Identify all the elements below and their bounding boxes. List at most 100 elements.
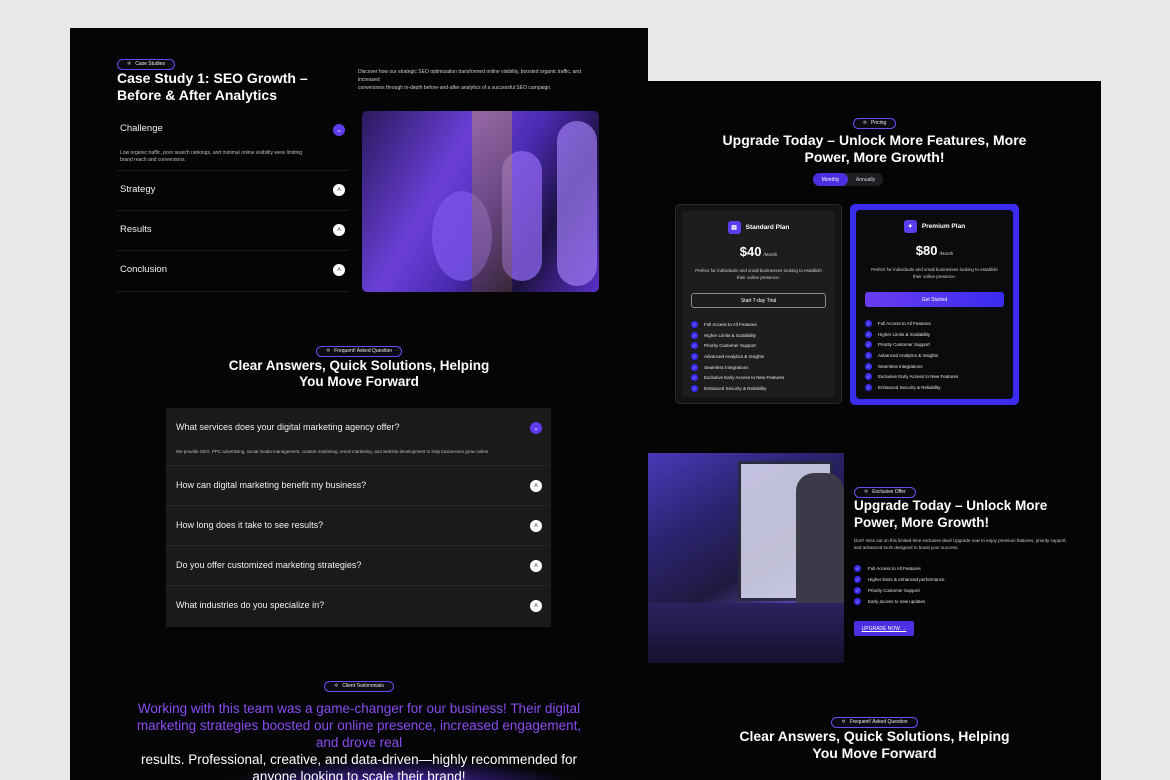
plan-description: Perfect for individuals and small busine…: [871, 267, 998, 279]
team-celebration-photo: [362, 111, 599, 292]
feature-item: ✓ Enhanced Security & Reliability: [865, 383, 941, 391]
billing-toggle[interactable]: Monthly Annually: [813, 173, 883, 186]
premium-plan-card: ✦ Premium Plan $80/Month Perfect for ind…: [850, 204, 1019, 405]
plan-price: $80/Month: [915, 243, 954, 258]
accordion-item-conclusion[interactable]: Conclusion ˄: [117, 251, 349, 292]
accordion-item-results[interactable]: Results ˄: [117, 211, 349, 251]
check-icon: ✓: [865, 330, 872, 338]
accordion-label: Challenge: [120, 123, 163, 134]
faq-item[interactable]: How long does it take to see results? ˄: [166, 506, 551, 546]
check-icon: ✓: [854, 576, 861, 583]
presenter-photo: [648, 453, 844, 663]
check-icon: ✓: [691, 374, 698, 382]
faq-question: What services does your digital marketin…: [176, 422, 400, 432]
check-icon: ✓: [865, 373, 872, 381]
faq-item[interactable]: What services does your digital marketin…: [166, 408, 551, 466]
feature-item: ✓ Exclusive Early Access to New Features: [691, 374, 785, 382]
sparkle-icon: ✲: [334, 683, 339, 689]
chevron-up-icon[interactable]: ˄: [530, 600, 542, 612]
check-icon: ✓: [854, 598, 861, 605]
accordion-label: Results: [120, 224, 152, 235]
feature-item: ✓ Exclusive Early Access to New Features: [865, 373, 959, 381]
sparkle-icon: ✲: [841, 719, 846, 725]
standard-plan-card: ▤ Standard Plan $40/Month Perfect for in…: [675, 204, 842, 404]
feature-item: ✓ Higher Limits & Scalability: [691, 331, 757, 339]
exclusive-offer-pill: ✲ Exclusive Offer: [854, 480, 916, 498]
check-icon: ✓: [691, 363, 698, 371]
check-icon: ✓: [865, 351, 872, 359]
toggle-annually[interactable]: Annually: [848, 173, 883, 186]
check-icon: ✓: [865, 362, 872, 370]
feature-item: ✓ Priority Customer Support: [854, 587, 920, 594]
sparkle-icon: ✲: [862, 120, 867, 126]
check-icon: ✓: [865, 341, 872, 349]
check-icon: ✓: [865, 383, 872, 391]
accordion-item-challenge[interactable]: Challenge ⌄ Low organic traffic, poor se…: [117, 116, 349, 171]
chevron-up-icon[interactable]: ˄: [530, 560, 542, 572]
feature-item: ✓ Priority Customer Support: [691, 342, 756, 350]
chevron-up-icon[interactable]: ˄: [530, 480, 542, 492]
case-study-title: Case Study 1: SEO Growth – Before & Afte…: [117, 70, 308, 103]
check-icon: ✓: [854, 565, 861, 572]
faq-item[interactable]: What industries do you specialize in? ˄: [166, 586, 551, 627]
accordion-body: Low organic traffic, poor search ranking…: [120, 150, 303, 163]
plan-name: Premium Plan: [921, 223, 966, 230]
case-study-description: Discover how our strategic SEO optimizat…: [358, 69, 581, 91]
plan-card-inner: ✦ Premium Plan $80/Month Perfect for ind…: [856, 210, 1013, 399]
feature-item: ✓ Higher limits & enhanced performance: [854, 576, 945, 583]
light-beam: [472, 111, 512, 292]
exclusive-offer-description: Don't miss out on this limited-time excl…: [854, 538, 1067, 550]
toggle-monthly[interactable]: Monthly: [813, 173, 848, 186]
feature-item: ✓ Advanced Analytics & Insights: [865, 351, 939, 359]
accordion-label: Conclusion: [120, 264, 167, 275]
sparkle-icon: ✲: [325, 348, 331, 354]
case-study-faq-page: ✲ Case Studies Case Study 1: SEO Growth –…: [70, 28, 648, 780]
check-icon: ✓: [691, 384, 698, 392]
feature-item: ✓ Enhanced Security & Reliability: [691, 384, 767, 392]
exclusive-offer-title: Upgrade Today – Unlock More Power, More …: [854, 498, 1048, 530]
accordion-item-strategy[interactable]: Strategy ˄: [117, 171, 349, 211]
accordion-label: Strategy: [120, 184, 156, 195]
faq-title: Clear Answers, Quick Solutions, Helping …: [228, 358, 490, 389]
chevron-up-icon[interactable]: ˄: [530, 520, 542, 532]
star-icon: ✦: [903, 220, 917, 233]
pricing-pill: ✲ Pricing: [648, 111, 1101, 129]
get-started-button[interactable]: Get Started: [865, 292, 1004, 307]
plan-price: $40/Month: [739, 244, 778, 259]
feature-item: ✓ Seamless Integrations: [691, 363, 749, 371]
chevron-up-icon[interactable]: ⌄: [333, 124, 345, 136]
feature-item: ✓ Full Access to All Features: [691, 320, 757, 328]
plan-header: ▤ Standard Plan: [682, 221, 835, 234]
testimonial-quote: Working with this team was a game-change…: [136, 701, 582, 780]
check-icon: ✓: [691, 331, 698, 339]
chevron-up-icon[interactable]: ˄: [333, 264, 345, 276]
faq-item[interactable]: Do you offer customized marketing strate…: [166, 546, 551, 586]
check-icon: ✓: [691, 352, 698, 360]
exclusive-feature-list: ✓ Full Access to All Features ✓ Higher lim…: [854, 563, 945, 607]
faq-accordion: What services does your digital marketin…: [166, 408, 551, 627]
plan-card-inner: ▤ Standard Plan $40/Month Perfect for in…: [682, 211, 835, 397]
chevron-down-icon[interactable]: ⌄: [530, 422, 542, 434]
plan-description: Perfect for individuals and small busine…: [695, 268, 822, 280]
case-studies-pill: ✲ Case Studies: [117, 52, 175, 70]
plan-feature-list: ✓ Full Access to All Features ✓ Higher Lim…: [691, 319, 827, 394]
faq-question: How long does it take to see results?: [176, 520, 324, 530]
faq-pill: ✲ Frequent! Asked Question: [70, 339, 648, 357]
faq-question: What industries do you specialize in?: [176, 600, 325, 610]
faq-item[interactable]: How can digital marketing benefit my bus…: [166, 466, 551, 506]
upgrade-now-button[interactable]: UPGRADE NOW →: [854, 621, 914, 636]
plan-name: Standard Plan: [745, 224, 790, 231]
faq2-title: Clear Answers, Quick Solutions, Helping …: [739, 728, 1010, 761]
feature-item: ✓ Full Access to All Features: [865, 319, 931, 327]
faq2-pill: ✲ Frequent! Asked Question: [648, 710, 1101, 728]
feature-item: ✓ Advanced Analytics & Insights: [691, 352, 765, 360]
sparkle-icon: ✲: [864, 489, 869, 495]
feature-item: ✓ Full Access to All Features: [854, 565, 921, 572]
chevron-up-icon[interactable]: ˄: [333, 224, 345, 236]
feature-item: ✓ Higher Limits & Scalability: [865, 330, 931, 338]
chevron-up-icon[interactable]: ˄: [333, 184, 345, 196]
check-icon: ✓: [865, 319, 872, 327]
pricing-title: Upgrade Today – Unlock More Features, Mo…: [722, 132, 1027, 165]
start-trial-button[interactable]: Start 7-day Trial: [691, 293, 826, 308]
plan-header: ✦ Premium Plan: [856, 220, 1013, 233]
